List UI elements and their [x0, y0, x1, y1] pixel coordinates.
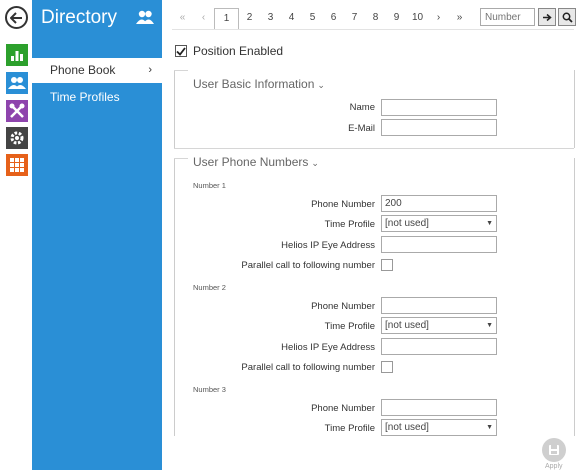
number-1-parallel-checkbox[interactable]: [381, 259, 393, 271]
phone-number-label: Phone Number: [311, 199, 375, 210]
sidebar-title: Directory: [41, 7, 118, 28]
pagination: « ‹ 1 2 3 4 5 6 7 8 9 10 › »: [172, 8, 470, 30]
page-button-8[interactable]: 8: [365, 8, 386, 28]
position-enabled-label: Position Enabled: [193, 44, 284, 58]
chevron-down-icon: ⌄: [317, 80, 325, 90]
bar-chart-icon: [11, 51, 23, 61]
directory-sidebar: Directory Phone Book › Time Profiles: [32, 0, 162, 470]
email-label: E-Mail: [348, 123, 375, 134]
system-menu-button[interactable]: [6, 154, 28, 176]
back-arrow-icon: [10, 11, 22, 24]
phone-numbers-title-text: User Phone Numbers: [193, 155, 309, 169]
sidebar-item-time-profiles[interactable]: Time Profiles: [32, 85, 162, 110]
basic-info-border-bottom: [174, 148, 574, 149]
directory-menu-button[interactable]: [6, 72, 28, 94]
phone-number-label: Phone Number: [311, 403, 375, 414]
parallel-call-label: Parallel call to following number: [241, 362, 375, 373]
name-label: Name: [349, 102, 375, 113]
ip-eye-label: Helios IP Eye Address: [281, 240, 375, 251]
search-icon: [562, 12, 573, 23]
phone-numbers-title[interactable]: User Phone Numbers ⌄: [193, 155, 319, 169]
number-1-time-profile-select[interactable]: [not used] ▼: [381, 215, 497, 232]
page-button-4[interactable]: 4: [281, 8, 302, 28]
email-field[interactable]: [381, 119, 497, 136]
apply-label: Apply: [545, 463, 563, 470]
dropdown-arrow-icon: ▼: [486, 424, 493, 431]
app-window: Directory Phone Book › Time Profiles « ‹…: [0, 0, 581, 476]
time-profile-label: Time Profile: [324, 423, 375, 434]
select-value: [not used]: [385, 218, 429, 229]
basic-info-border-top-left: [174, 70, 188, 71]
sidebar-item-label: Phone Book: [50, 63, 116, 77]
time-profile-label: Time Profile: [324, 219, 375, 230]
phone-numbers-border-right: [574, 158, 575, 436]
number-2-ip-eye-field[interactable]: [381, 338, 497, 355]
page-button-9[interactable]: 9: [386, 8, 407, 28]
chevron-right-icon: ›: [148, 64, 152, 76]
hardware-menu-button[interactable]: [6, 100, 28, 122]
next-page-button[interactable]: ›: [428, 8, 449, 28]
search-button[interactable]: [558, 8, 576, 26]
select-value: [not used]: [385, 320, 429, 331]
status-menu-button[interactable]: [6, 44, 28, 66]
phone-numbers-border-top-left: [174, 158, 188, 159]
basic-info-title[interactable]: User Basic Information ⌄: [193, 77, 325, 91]
number-1-ip-eye-field[interactable]: [381, 236, 497, 253]
page-number-input[interactable]: [480, 8, 535, 26]
go-to-page-button[interactable]: [538, 8, 556, 26]
icon-rail: [0, 0, 32, 476]
pager-divider: [172, 29, 574, 30]
chevron-down-icon: ⌄: [311, 158, 319, 168]
checkmark-icon: [176, 46, 186, 56]
apply-button[interactable]: [542, 438, 566, 462]
prev-page-button[interactable]: ‹: [193, 8, 214, 28]
grid-icon: [10, 158, 24, 172]
time-profile-label: Time Profile: [324, 321, 375, 332]
parallel-call-label: Parallel call to following number: [241, 260, 375, 271]
arrow-right-icon: [543, 13, 552, 21]
number-2-heading: Number 2: [193, 283, 226, 292]
page-button-5[interactable]: 5: [302, 8, 323, 28]
people-icon: [8, 77, 26, 89]
page-button-3[interactable]: 3: [260, 8, 281, 28]
page-button-2[interactable]: 2: [239, 8, 260, 28]
first-page-button[interactable]: «: [172, 8, 193, 28]
basic-info-border-right: [574, 70, 575, 148]
sidebar-item-label: Time Profiles: [50, 90, 120, 104]
back-button[interactable]: [5, 6, 28, 29]
phone-number-label: Phone Number: [311, 301, 375, 312]
number-2-phone-field[interactable]: [381, 297, 497, 314]
page-button-1[interactable]: 1: [214, 8, 239, 30]
dropdown-arrow-icon: ▼: [486, 220, 493, 227]
basic-info-title-text: User Basic Information: [193, 77, 315, 91]
last-page-button[interactable]: »: [449, 8, 470, 28]
directory-people-icon: [136, 10, 154, 24]
number-1-phone-field[interactable]: [381, 195, 497, 212]
number-1-heading: Number 1: [193, 181, 226, 190]
gear-icon: [10, 131, 24, 145]
number-2-time-profile-select[interactable]: [not used] ▼: [381, 317, 497, 334]
select-value: [not used]: [385, 422, 429, 433]
number-3-heading: Number 3: [193, 385, 226, 394]
sidebar-item-phone-book[interactable]: Phone Book ›: [32, 58, 162, 83]
number-2-parallel-checkbox[interactable]: [381, 361, 393, 373]
page-button-6[interactable]: 6: [323, 8, 344, 28]
position-enabled-checkbox[interactable]: [175, 45, 187, 57]
dropdown-arrow-icon: ▼: [486, 322, 493, 329]
number-3-time-profile-select[interactable]: [not used] ▼: [381, 419, 497, 436]
services-menu-button[interactable]: [6, 127, 28, 149]
ip-eye-label: Helios IP Eye Address: [281, 342, 375, 353]
number-3-phone-field[interactable]: [381, 399, 497, 416]
name-field[interactable]: [381, 99, 497, 116]
page-button-7[interactable]: 7: [344, 8, 365, 28]
save-icon: [549, 445, 559, 455]
tools-icon: [9, 103, 25, 118]
page-button-10[interactable]: 10: [407, 8, 428, 28]
